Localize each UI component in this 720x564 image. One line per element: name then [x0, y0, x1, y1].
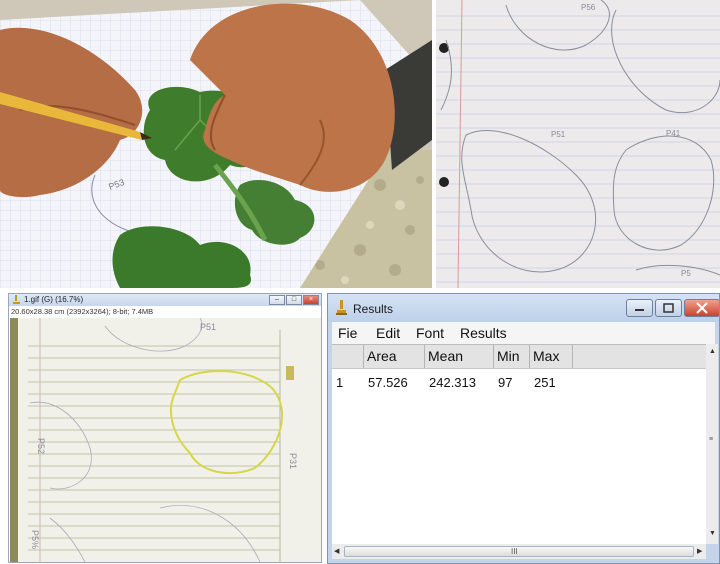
sheet-label: P52	[36, 438, 46, 454]
imagej-image-window: 1.gif (G) (16.7%) – □ × 20.60x28.38 cm (…	[8, 293, 322, 563]
scroll-right-icon[interactable]: ▶	[697, 547, 702, 555]
close-icon	[696, 302, 708, 314]
results-table: Area Mean Min Max 1 57.526 242.313 97 25…	[332, 344, 706, 545]
microscope-icon	[336, 300, 347, 315]
scroll-up-icon[interactable]: ▲	[709, 348, 716, 355]
cell-area: 57.526	[368, 375, 408, 390]
image-canvas[interactable]: P51 P52 P31 P5%	[10, 317, 321, 562]
scroll-grip-icon: ≡	[709, 436, 714, 443]
leaf-tracing-photo: P53	[0, 0, 432, 288]
sheet-label: P31	[288, 453, 298, 469]
maximize-button[interactable]	[655, 299, 682, 317]
maximize-button[interactable]: □	[286, 295, 302, 305]
close-button[interactable]	[684, 299, 719, 317]
close-button[interactable]: ×	[303, 295, 319, 305]
image-info: 20.60x28.38 cm (2392x3264); 8-bit; 7.4MB	[11, 307, 154, 316]
column-header-area[interactable]: Area	[364, 345, 425, 368]
notebook-illustration: P56 P51 P41 P5	[436, 0, 720, 288]
notebook-outlines-photo: P56 P51 P41 P5	[436, 0, 720, 288]
scroll-grip-icon: III	[511, 547, 518, 556]
window-title: Results	[353, 302, 394, 316]
scroll-left-icon[interactable]: ◀	[334, 547, 339, 555]
microscope-icon	[13, 295, 20, 304]
sheet-label: P51	[200, 322, 216, 332]
minimize-icon	[635, 309, 644, 311]
window-titlebar[interactable]: 1.gif (G) (16.7%) – □ ×	[9, 294, 321, 306]
minimize-button[interactable]	[626, 299, 653, 317]
notebook-label: P56	[581, 3, 596, 12]
scanned-sheet: P51 P52 P31 P5%	[10, 317, 321, 562]
scroll-thumb[interactable]: III	[344, 546, 694, 557]
horizontal-scrollbar[interactable]: ◀ III ▶	[332, 544, 706, 559]
vertical-scrollbar[interactable]: ▲ ≡ ▼	[706, 344, 718, 544]
table-header: Area Mean Min Max	[332, 345, 706, 369]
results-window: Results Fie Edit Font Results Area Mean …	[327, 293, 720, 564]
notebook-label: P41	[666, 129, 681, 138]
cell-max: 251	[534, 375, 556, 390]
cell-mean: 242.313	[429, 375, 476, 390]
scroll-down-icon[interactable]: ▼	[709, 530, 716, 537]
column-header-max[interactable]: Max	[530, 345, 573, 368]
window-title: 1.gif (G) (16.7%)	[24, 295, 84, 304]
notebook-label: P5	[681, 269, 691, 278]
menu-bar: Fie Edit Font Results	[332, 322, 715, 344]
cell-min: 97	[498, 375, 513, 390]
column-header-mean[interactable]: Mean	[425, 345, 494, 368]
column-header-min[interactable]: Min	[494, 345, 530, 368]
leaf-tracing-illustration: P53	[0, 0, 432, 288]
menu-file[interactable]: Fie	[338, 325, 357, 341]
notebook-label: P51	[551, 130, 566, 139]
sheet-label: P5%	[30, 530, 40, 549]
column-header-index[interactable]	[332, 345, 364, 368]
window-titlebar[interactable]: Results	[328, 294, 719, 322]
row-index: 1	[336, 375, 344, 390]
binder-hole	[439, 177, 449, 187]
maximize-icon	[663, 303, 674, 313]
menu-results[interactable]: Results	[460, 325, 507, 341]
menu-edit[interactable]: Edit	[376, 325, 400, 341]
menu-font[interactable]: Font	[416, 325, 444, 341]
minimize-button[interactable]: –	[269, 295, 285, 305]
